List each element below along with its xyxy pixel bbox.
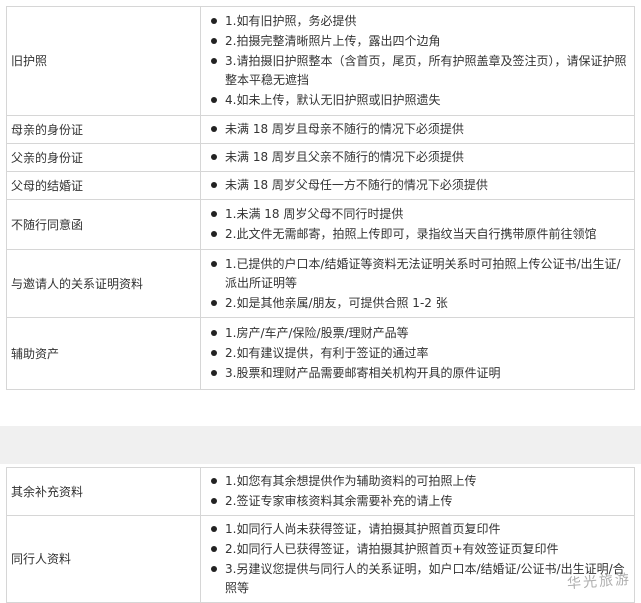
row-label: 母亲的身份证	[6, 115, 201, 144]
row-content: 未满 18 周岁且父亲不随行的情况下必须提供	[200, 143, 635, 172]
list-item-text: 未满 18 周岁且父亲不随行的情况下必须提供	[225, 150, 464, 164]
bullet-icon	[211, 154, 217, 160]
bullet-icon	[211, 566, 217, 572]
list-item: 1.如同行人尚未获得签证，请拍摄其护照首页复印件	[205, 520, 630, 539]
list-item-text: 1.如有旧护照，务必提供	[225, 14, 357, 28]
bullet-icon	[211, 370, 217, 376]
row-content: 1.如有旧护照，务必提供 2.拍摄完整清晰照片上传，露出四个边角 3.请拍摄旧护…	[200, 6, 635, 116]
list-item: 未满 18 周岁且母亲不随行的情况下必须提供	[205, 120, 630, 139]
list-item: 1.房产/车产/保险/股票/理财产品等	[205, 324, 630, 343]
section-divider	[0, 426, 641, 464]
list-item: 未满 18 周岁父母任一方不随行的情况下必须提供	[205, 176, 630, 195]
row-label: 不随行同意函	[6, 199, 201, 250]
table-row: 父亲的身份证 未满 18 周岁且父亲不随行的情况下必须提供	[6, 143, 635, 172]
row-label: 父母的结婚证	[6, 171, 201, 200]
list-item: 2.签证专家审核资料其余需要补充的请上传	[205, 492, 630, 511]
row-content: 未满 18 周岁父母任一方不随行的情况下必须提供	[200, 171, 635, 200]
bullet-icon	[211, 350, 217, 356]
list-item: 未满 18 周岁且父亲不随行的情况下必须提供	[205, 148, 630, 167]
list-item: 2.如有建议提供，有利于签证的通过率	[205, 344, 630, 363]
list-item: 1.未满 18 周岁父母不同行时提供	[205, 205, 630, 224]
list-item: 1.已提供的户口本/结婚证等资料无法证明关系时可拍照上传公证书/出生证/派出所证…	[205, 255, 630, 293]
row-label: 与邀请人的关系证明资料	[6, 249, 201, 318]
list-item-text: 3.股票和理财产品需要邮寄相关机构开具的原件证明	[225, 366, 501, 380]
list-item-text: 2.拍摄完整清晰照片上传，露出四个边角	[225, 34, 441, 48]
list-item: 1.如有旧护照，务必提供	[205, 12, 630, 31]
table-row: 同行人资料 1.如同行人尚未获得签证，请拍摄其护照首页复印件 2.如同行人已获得…	[6, 515, 635, 603]
list-item-text: 4.如未上传，默认无旧护照或旧护照遗失	[225, 93, 441, 107]
list-item-text: 2.签证专家审核资料其余需要补充的请上传	[225, 494, 453, 508]
list-item-text: 未满 18 周岁且母亲不随行的情况下必须提供	[225, 122, 464, 136]
list-item-text: 2.如是其他亲属/朋友，可提供合照 1-2 张	[225, 295, 448, 310]
list-item-text: 1.如同行人尚未获得签证，请拍摄其护照首页复印件	[225, 522, 501, 536]
table-row: 其余补充资料 1.如您有其余想提供作为辅助资料的可拍照上传 2.签证专家审核资料…	[6, 467, 635, 516]
bullet-icon	[211, 182, 217, 188]
table-row: 旧护照 1.如有旧护照，务必提供 2.拍摄完整清晰照片上传，露出四个边角 3.请…	[6, 6, 635, 116]
list-item: 3.股票和理财产品需要邮寄相关机构开具的原件证明	[205, 364, 630, 383]
row-content: 1.如您有其余想提供作为辅助资料的可拍照上传 2.签证专家审核资料其余需要补充的…	[200, 467, 635, 516]
list-item: 2.如同行人已获得签证，请拍摄其护照首页+有效签证页复印件	[205, 540, 630, 559]
bullet-icon	[211, 330, 217, 336]
list-item-text: 3.请拍摄旧护照整本（含首页，尾页，所有护照盖章及签注页），请保证护照整本平稳无…	[225, 54, 627, 87]
bullet-icon	[211, 126, 217, 132]
list-item: 2.此文件无需邮寄，拍照上传即可，录指纹当天自行携带原件前往领馆	[205, 225, 630, 244]
list-item-text: 未满 18 周岁父母任一方不随行的情况下必须提供	[225, 178, 488, 192]
bullet-icon	[211, 58, 217, 64]
table-row: 父母的结婚证 未满 18 周岁父母任一方不随行的情况下必须提供	[6, 171, 635, 200]
bullet-icon	[211, 211, 217, 217]
row-label: 旧护照	[6, 6, 201, 116]
row-content: 1.已提供的户口本/结婚证等资料无法证明关系时可拍照上传公证书/出生证/派出所证…	[200, 249, 635, 318]
bullet-icon	[211, 478, 217, 484]
row-label: 辅助资产	[6, 317, 201, 390]
bullet-icon	[211, 299, 217, 306]
row-label: 同行人资料	[6, 515, 201, 603]
list-item: 3.请拍摄旧护照整本（含首页，尾页，所有护照盖章及签注页），请保证护照整本平稳无…	[205, 52, 630, 90]
row-content: 1.未满 18 周岁父母不同行时提供 2.此文件无需邮寄，拍照上传即可，录指纹当…	[200, 199, 635, 250]
list-item: 2.如是其他亲属/朋友，可提供合照 1-2 张	[205, 294, 630, 313]
supplementary-documents-table: 其余补充资料 1.如您有其余想提供作为辅助资料的可拍照上传 2.签证专家审核资料…	[6, 467, 635, 603]
list-item-text: 2.如同行人已获得签证，请拍摄其护照首页+有效签证页复印件	[225, 542, 559, 556]
row-label: 其余补充资料	[6, 467, 201, 516]
table-row: 不随行同意函 1.未满 18 周岁父母不同行时提供 2.此文件无需邮寄，拍照上传…	[6, 199, 635, 250]
row-content: 未满 18 周岁且母亲不随行的情况下必须提供	[200, 115, 635, 144]
list-item-text: 1.未满 18 周岁父母不同行时提供	[225, 207, 404, 221]
list-item-text: 1.房产/车产/保险/股票/理财产品等	[225, 326, 409, 340]
bullet-icon	[211, 97, 217, 103]
row-label: 父亲的身份证	[6, 143, 201, 172]
table-row: 辅助资产 1.房产/车产/保险/股票/理财产品等 2.如有建议提供，有利于签证的…	[6, 317, 635, 390]
bullet-icon	[211, 498, 217, 504]
table-row: 母亲的身份证 未满 18 周岁且母亲不随行的情况下必须提供	[6, 115, 635, 144]
list-item: 2.拍摄完整清晰照片上传，露出四个边角	[205, 32, 630, 51]
bullet-icon	[211, 231, 217, 237]
list-item-text: 1.已提供的户口本/结婚证等资料无法证明关系时可拍照上传公证书/出生证/派出所证…	[225, 256, 621, 290]
row-content: 1.房产/车产/保险/股票/理财产品等 2.如有建议提供，有利于签证的通过率 3…	[200, 317, 635, 390]
table-row: 与邀请人的关系证明资料 1.已提供的户口本/结婚证等资料无法证明关系时可拍照上传…	[6, 249, 635, 318]
bullet-icon	[211, 260, 217, 267]
bullet-icon	[211, 38, 217, 44]
bullet-icon	[211, 18, 217, 24]
bullet-icon	[211, 526, 217, 532]
list-item-text: 2.此文件无需邮寄，拍照上传即可，录指纹当天自行携带原件前往领馆	[225, 227, 597, 241]
list-item-text: 1.如您有其余想提供作为辅助资料的可拍照上传	[225, 474, 477, 488]
list-item: 1.如您有其余想提供作为辅助资料的可拍照上传	[205, 472, 630, 491]
required-documents-table: 旧护照 1.如有旧护照，务必提供 2.拍摄完整清晰照片上传，露出四个边角 3.请…	[6, 6, 635, 390]
list-item: 4.如未上传，默认无旧护照或旧护照遗失	[205, 91, 630, 110]
list-item-text: 2.如有建议提供，有利于签证的通过率	[225, 346, 429, 360]
bullet-icon	[211, 546, 217, 552]
